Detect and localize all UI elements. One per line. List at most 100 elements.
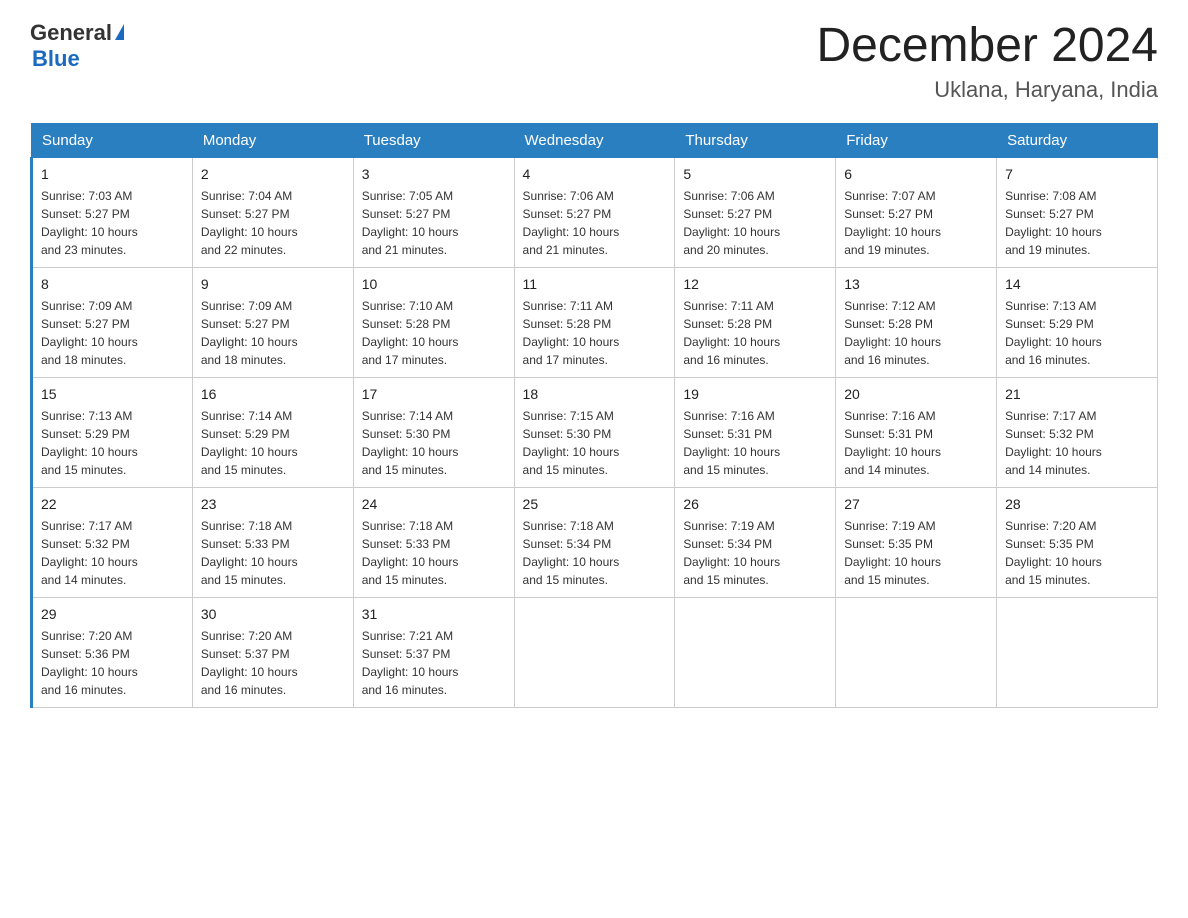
- page-header: General Blue December 2024 Uklana, Harya…: [30, 20, 1158, 103]
- day-number: 14: [1005, 274, 1149, 294]
- day-number: 4: [523, 164, 667, 184]
- day-info: Sunrise: 7:13 AM Sunset: 5:29 PM Dayligh…: [41, 407, 184, 479]
- day-info: Sunrise: 7:08 AM Sunset: 5:27 PM Dayligh…: [1005, 187, 1149, 259]
- day-info: Sunrise: 7:19 AM Sunset: 5:34 PM Dayligh…: [683, 517, 827, 589]
- table-row: 27 Sunrise: 7:19 AM Sunset: 5:35 PM Dayl…: [836, 487, 997, 597]
- day-number: 5: [683, 164, 827, 184]
- calendar-week-row: 29 Sunrise: 7:20 AM Sunset: 5:36 PM Dayl…: [32, 597, 1158, 707]
- day-info: Sunrise: 7:18 AM Sunset: 5:33 PM Dayligh…: [201, 517, 345, 589]
- table-row: 13 Sunrise: 7:12 AM Sunset: 5:28 PM Dayl…: [836, 267, 997, 377]
- day-info: Sunrise: 7:06 AM Sunset: 5:27 PM Dayligh…: [683, 187, 827, 259]
- day-number: 15: [41, 384, 184, 404]
- day-info: Sunrise: 7:20 AM Sunset: 5:36 PM Dayligh…: [41, 627, 184, 699]
- day-info: Sunrise: 7:18 AM Sunset: 5:33 PM Dayligh…: [362, 517, 506, 589]
- logo: General Blue: [30, 20, 124, 72]
- day-number: 12: [683, 274, 827, 294]
- day-info: Sunrise: 7:11 AM Sunset: 5:28 PM Dayligh…: [683, 297, 827, 369]
- col-wednesday: Wednesday: [514, 123, 675, 157]
- calendar-week-row: 8 Sunrise: 7:09 AM Sunset: 5:27 PM Dayli…: [32, 267, 1158, 377]
- calendar-week-row: 1 Sunrise: 7:03 AM Sunset: 5:27 PM Dayli…: [32, 157, 1158, 267]
- day-info: Sunrise: 7:07 AM Sunset: 5:27 PM Dayligh…: [844, 187, 988, 259]
- day-info: Sunrise: 7:09 AM Sunset: 5:27 PM Dayligh…: [41, 297, 184, 369]
- day-info: Sunrise: 7:05 AM Sunset: 5:27 PM Dayligh…: [362, 187, 506, 259]
- table-row: 1 Sunrise: 7:03 AM Sunset: 5:27 PM Dayli…: [32, 157, 193, 267]
- table-row: 3 Sunrise: 7:05 AM Sunset: 5:27 PM Dayli…: [353, 157, 514, 267]
- day-info: Sunrise: 7:18 AM Sunset: 5:34 PM Dayligh…: [523, 517, 667, 589]
- day-number: 13: [844, 274, 988, 294]
- day-number: 23: [201, 494, 345, 514]
- table-row: 26 Sunrise: 7:19 AM Sunset: 5:34 PM Dayl…: [675, 487, 836, 597]
- calendar-week-row: 15 Sunrise: 7:13 AM Sunset: 5:29 PM Dayl…: [32, 377, 1158, 487]
- table-row: 20 Sunrise: 7:16 AM Sunset: 5:31 PM Dayl…: [836, 377, 997, 487]
- day-number: 31: [362, 604, 506, 624]
- day-number: 24: [362, 494, 506, 514]
- col-sunday: Sunday: [32, 123, 193, 157]
- day-number: 10: [362, 274, 506, 294]
- day-info: Sunrise: 7:14 AM Sunset: 5:29 PM Dayligh…: [201, 407, 345, 479]
- day-number: 1: [41, 164, 184, 184]
- table-row: 31 Sunrise: 7:21 AM Sunset: 5:37 PM Dayl…: [353, 597, 514, 707]
- day-number: 20: [844, 384, 988, 404]
- table-row: 12 Sunrise: 7:11 AM Sunset: 5:28 PM Dayl…: [675, 267, 836, 377]
- day-info: Sunrise: 7:06 AM Sunset: 5:27 PM Dayligh…: [523, 187, 667, 259]
- table-row: 9 Sunrise: 7:09 AM Sunset: 5:27 PM Dayli…: [192, 267, 353, 377]
- col-friday: Friday: [836, 123, 997, 157]
- day-number: 8: [41, 274, 184, 294]
- day-number: 22: [41, 494, 184, 514]
- day-info: Sunrise: 7:21 AM Sunset: 5:37 PM Dayligh…: [362, 627, 506, 699]
- table-row: 5 Sunrise: 7:06 AM Sunset: 5:27 PM Dayli…: [675, 157, 836, 267]
- day-number: 2: [201, 164, 345, 184]
- table-row: 19 Sunrise: 7:16 AM Sunset: 5:31 PM Dayl…: [675, 377, 836, 487]
- day-info: Sunrise: 7:11 AM Sunset: 5:28 PM Dayligh…: [523, 297, 667, 369]
- col-monday: Monday: [192, 123, 353, 157]
- day-info: Sunrise: 7:16 AM Sunset: 5:31 PM Dayligh…: [844, 407, 988, 479]
- day-number: 19: [683, 384, 827, 404]
- day-number: 17: [362, 384, 506, 404]
- month-year-title: December 2024: [816, 20, 1158, 73]
- day-number: 11: [523, 274, 667, 294]
- calendar-week-row: 22 Sunrise: 7:17 AM Sunset: 5:32 PM Dayl…: [32, 487, 1158, 597]
- day-info: Sunrise: 7:15 AM Sunset: 5:30 PM Dayligh…: [523, 407, 667, 479]
- table-row: 10 Sunrise: 7:10 AM Sunset: 5:28 PM Dayl…: [353, 267, 514, 377]
- day-info: Sunrise: 7:19 AM Sunset: 5:35 PM Dayligh…: [844, 517, 988, 589]
- day-number: 7: [1005, 164, 1149, 184]
- table-row: 11 Sunrise: 7:11 AM Sunset: 5:28 PM Dayl…: [514, 267, 675, 377]
- day-number: 27: [844, 494, 988, 514]
- table-row: 30 Sunrise: 7:20 AM Sunset: 5:37 PM Dayl…: [192, 597, 353, 707]
- day-info: Sunrise: 7:10 AM Sunset: 5:28 PM Dayligh…: [362, 297, 506, 369]
- table-row: 18 Sunrise: 7:15 AM Sunset: 5:30 PM Dayl…: [514, 377, 675, 487]
- location-subtitle: Uklana, Haryana, India: [816, 77, 1158, 103]
- day-info: Sunrise: 7:17 AM Sunset: 5:32 PM Dayligh…: [1005, 407, 1149, 479]
- calendar-header-row: Sunday Monday Tuesday Wednesday Thursday…: [32, 123, 1158, 157]
- day-info: Sunrise: 7:09 AM Sunset: 5:27 PM Dayligh…: [201, 297, 345, 369]
- day-number: 26: [683, 494, 827, 514]
- table-row: 16 Sunrise: 7:14 AM Sunset: 5:29 PM Dayl…: [192, 377, 353, 487]
- table-row: 6 Sunrise: 7:07 AM Sunset: 5:27 PM Dayli…: [836, 157, 997, 267]
- title-section: December 2024 Uklana, Haryana, India: [816, 20, 1158, 103]
- table-row: 14 Sunrise: 7:13 AM Sunset: 5:29 PM Dayl…: [997, 267, 1158, 377]
- day-info: Sunrise: 7:04 AM Sunset: 5:27 PM Dayligh…: [201, 187, 345, 259]
- logo-blue-text: Blue: [32, 46, 80, 72]
- logo-general-text: General: [30, 20, 112, 46]
- day-info: Sunrise: 7:16 AM Sunset: 5:31 PM Dayligh…: [683, 407, 827, 479]
- col-tuesday: Tuesday: [353, 123, 514, 157]
- table-row: 2 Sunrise: 7:04 AM Sunset: 5:27 PM Dayli…: [192, 157, 353, 267]
- table-row: 21 Sunrise: 7:17 AM Sunset: 5:32 PM Dayl…: [997, 377, 1158, 487]
- table-row: 7 Sunrise: 7:08 AM Sunset: 5:27 PM Dayli…: [997, 157, 1158, 267]
- table-row: 22 Sunrise: 7:17 AM Sunset: 5:32 PM Dayl…: [32, 487, 193, 597]
- day-number: 9: [201, 274, 345, 294]
- logo-triangle-icon: [115, 24, 124, 40]
- day-number: 6: [844, 164, 988, 184]
- table-row: [675, 597, 836, 707]
- day-number: 21: [1005, 384, 1149, 404]
- calendar-table: Sunday Monday Tuesday Wednesday Thursday…: [30, 123, 1158, 708]
- day-info: Sunrise: 7:20 AM Sunset: 5:37 PM Dayligh…: [201, 627, 345, 699]
- day-info: Sunrise: 7:12 AM Sunset: 5:28 PM Dayligh…: [844, 297, 988, 369]
- table-row: [997, 597, 1158, 707]
- table-row: [836, 597, 997, 707]
- day-info: Sunrise: 7:20 AM Sunset: 5:35 PM Dayligh…: [1005, 517, 1149, 589]
- day-number: 29: [41, 604, 184, 624]
- day-info: Sunrise: 7:13 AM Sunset: 5:29 PM Dayligh…: [1005, 297, 1149, 369]
- day-number: 28: [1005, 494, 1149, 514]
- table-row: 15 Sunrise: 7:13 AM Sunset: 5:29 PM Dayl…: [32, 377, 193, 487]
